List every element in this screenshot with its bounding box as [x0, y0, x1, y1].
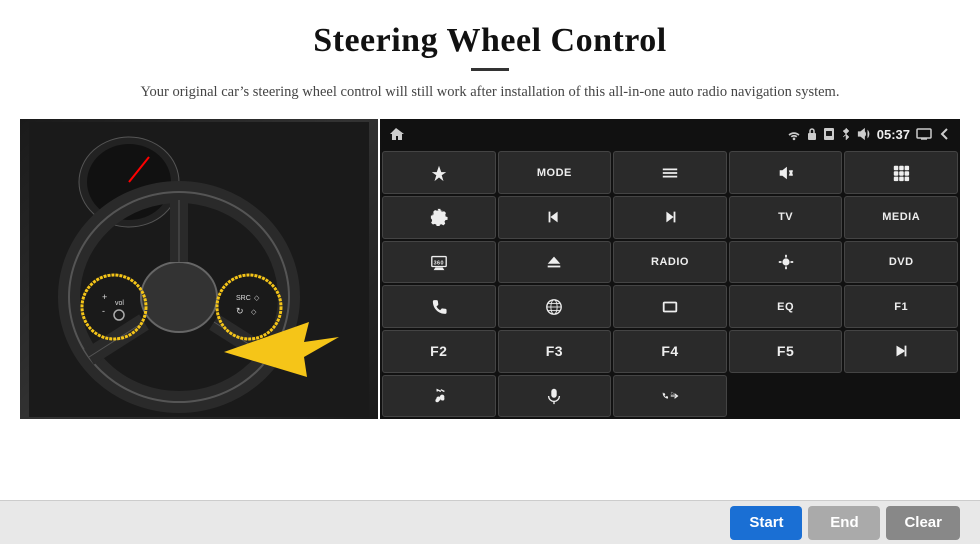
- speaker-icon: [857, 127, 871, 141]
- btn-tv[interactable]: TV: [729, 196, 843, 239]
- wifi-icon: [787, 127, 801, 141]
- btn-playpause[interactable]: [844, 330, 958, 373]
- btn-f1[interactable]: F1: [844, 285, 958, 328]
- btn-brightness[interactable]: [729, 241, 843, 284]
- btn-prev[interactable]: [498, 196, 612, 239]
- svg-text:↻: ↻: [236, 306, 244, 316]
- status-bar: 05:37: [380, 119, 960, 149]
- sim-icon: [823, 127, 835, 141]
- btn-f4[interactable]: F4: [613, 330, 727, 373]
- btn-browser[interactable]: [498, 285, 612, 328]
- page-title: Steering Wheel Control: [141, 22, 840, 60]
- start-button[interactable]: Start: [730, 506, 802, 540]
- btn-call[interactable]: [613, 375, 727, 418]
- end-button[interactable]: End: [808, 506, 880, 540]
- btn-music[interactable]: [382, 375, 496, 418]
- btn-mode[interactable]: MODE: [498, 151, 612, 194]
- btn-dvd[interactable]: DVD: [844, 241, 958, 284]
- btn-navigate[interactable]: [382, 151, 496, 194]
- status-left: [388, 126, 404, 142]
- btn-f2[interactable]: F2: [382, 330, 496, 373]
- lock-icon: [807, 127, 817, 141]
- svg-text:SRC: SRC: [236, 295, 251, 302]
- back-icon: [938, 127, 952, 141]
- btn-mic[interactable]: [498, 375, 612, 418]
- svg-text:vol: vol: [115, 300, 124, 307]
- bottom-bar: Start End Clear: [0, 500, 980, 544]
- btn-f3[interactable]: F3: [498, 330, 612, 373]
- btn-media[interactable]: MEDIA: [844, 196, 958, 239]
- home-status-icon: [388, 126, 404, 142]
- btn-mute[interactable]: [729, 151, 843, 194]
- svg-text:◇: ◇: [254, 295, 260, 302]
- screen-icon: [916, 128, 932, 140]
- content-row: + - vol SRC ◇ ↻ ◇: [0, 119, 980, 419]
- android-panel: 05:37 MODE: [380, 119, 960, 419]
- status-right: 05:37: [787, 127, 952, 142]
- steering-wheel-svg: + - vol SRC ◇ ↻ ◇: [29, 122, 369, 417]
- clear-button[interactable]: Clear: [886, 506, 960, 540]
- btn-radio[interactable]: RADIO: [613, 241, 727, 284]
- btn-eq[interactable]: EQ: [729, 285, 843, 328]
- btn-eject[interactable]: [498, 241, 612, 284]
- car-image: + - vol SRC ◇ ↻ ◇: [20, 119, 378, 419]
- btn-360[interactable]: 360: [382, 241, 496, 284]
- bluetooth-icon: [841, 127, 851, 141]
- page-subtitle: Your original car’s steering wheel contr…: [141, 81, 840, 103]
- btn-f5[interactable]: F5: [729, 330, 843, 373]
- page: Steering Wheel Control Your original car…: [0, 0, 980, 544]
- steering-wheel-bg: + - vol SRC ◇ ↻ ◇: [20, 119, 378, 419]
- btn-next[interactable]: [613, 196, 727, 239]
- btn-apps[interactable]: [844, 151, 958, 194]
- btn-rect[interactable]: [613, 285, 727, 328]
- title-section: Steering Wheel Control Your original car…: [141, 0, 840, 109]
- btn-settings[interactable]: [382, 196, 496, 239]
- title-divider: [471, 68, 509, 71]
- btn-list[interactable]: [613, 151, 727, 194]
- status-time: 05:37: [877, 127, 910, 142]
- button-grid: MODE TV: [380, 149, 960, 419]
- svg-text:360: 360: [433, 261, 443, 267]
- svg-text:◇: ◇: [251, 309, 257, 316]
- btn-phone[interactable]: [382, 285, 496, 328]
- svg-text:-: -: [102, 306, 105, 316]
- svg-text:+: +: [102, 292, 107, 302]
